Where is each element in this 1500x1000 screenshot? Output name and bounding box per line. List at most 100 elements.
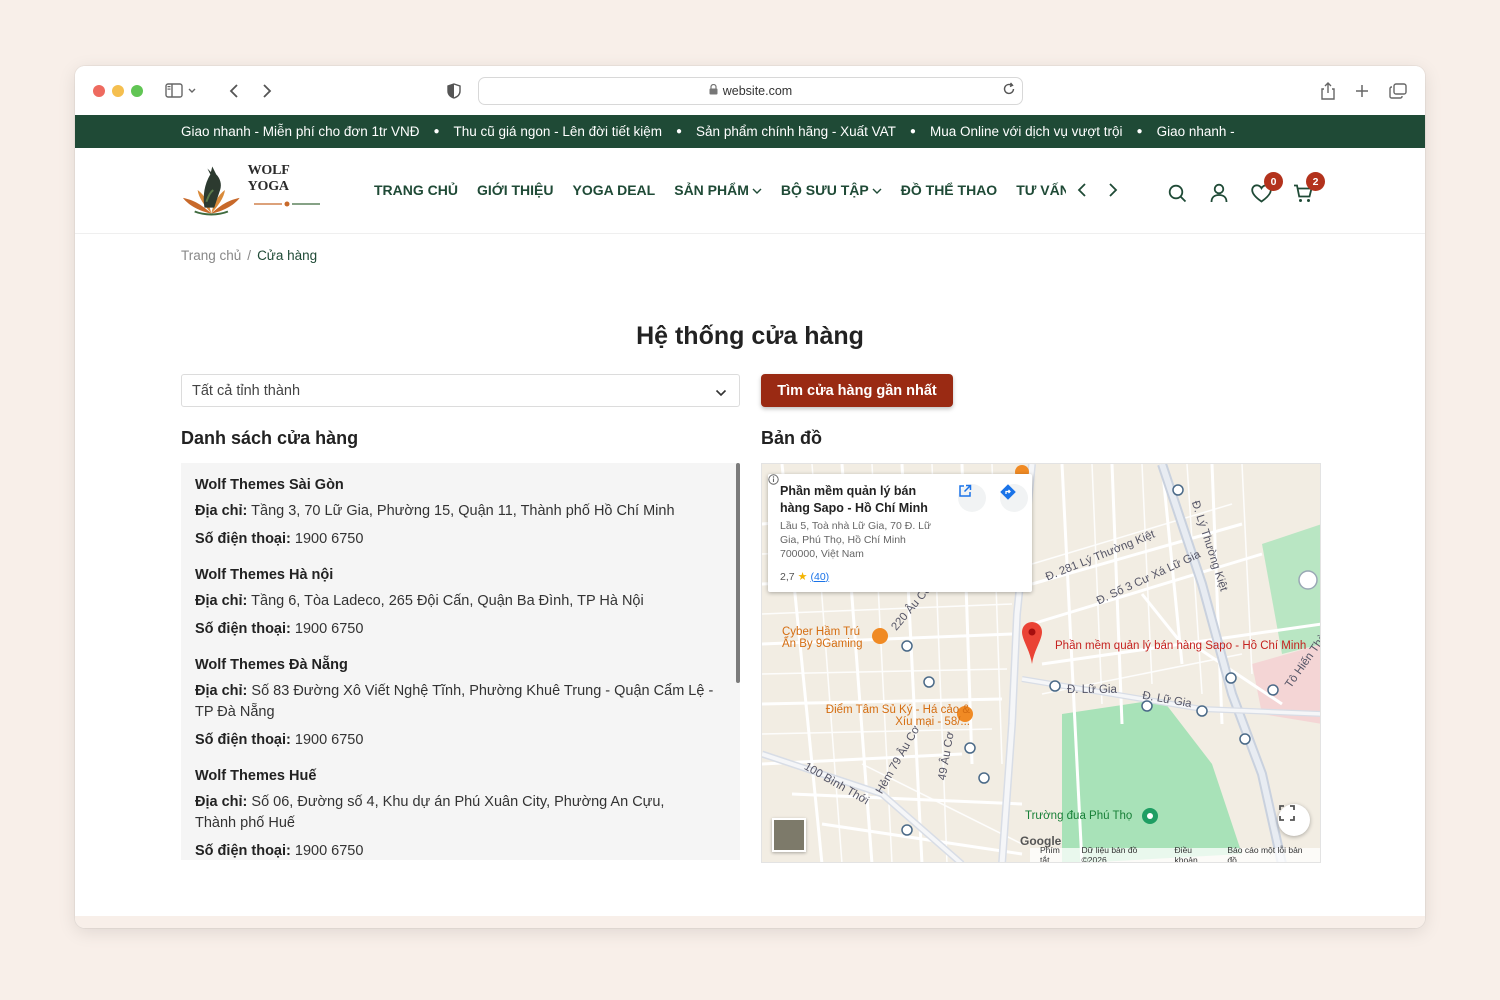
address-label: Địa chỉ: xyxy=(195,503,248,519)
store-list[interactable]: Wolf Themes Sài Gòn Địa chỉ: Tầng 3, 70 … xyxy=(181,463,740,860)
breadcrumb: Trang chủ / Cửa hàng xyxy=(181,248,317,263)
wishlist-count-badge: 0 xyxy=(1264,172,1283,191)
phone-value: 1900 6750 xyxy=(294,843,364,859)
logo-underline-ornament-icon xyxy=(253,201,320,207)
nav-item-sportswear[interactable]: ĐỒ THỂ THAO xyxy=(901,182,997,198)
map-title: Bản đồ xyxy=(761,428,822,448)
store-name: Wolf Themes Đà Nẵng xyxy=(195,657,348,673)
terms-link[interactable]: Điều khoản xyxy=(1175,845,1218,862)
store-address: Địa chỉ: Tầng 3, 70 Lữ Gia, Phường 15, Q… xyxy=(195,501,726,522)
store-item[interactable]: Wolf Themes Sài Gòn Địa chỉ: Tầng 3, 70 … xyxy=(181,463,740,550)
map-place-label: Cyber Hầm Trú Ẩn By 9Gaming xyxy=(782,626,863,650)
fullscreen-icon[interactable] xyxy=(1278,804,1310,836)
cart-count-badge: 2 xyxy=(1306,172,1325,191)
nav-label: YOGA DEAL xyxy=(572,182,656,198)
zoom-window-button[interactable] xyxy=(131,85,143,97)
store-item[interactable]: Wolf Themes Huế Địa chỉ: Số 06, Đường số… xyxy=(181,751,740,860)
rating-value: 2,7 xyxy=(780,570,795,583)
store-item[interactable]: Wolf Themes Đà Nẵng Địa chỉ: Số 83 Đường… xyxy=(181,640,740,751)
nav-item-advice[interactable]: TƯ VẤN xyxy=(1016,182,1066,198)
page-title: Hệ thống cửa hàng xyxy=(636,322,864,350)
url-text: website.com xyxy=(722,84,793,98)
chevron-down-icon xyxy=(872,182,882,198)
privacy-shield-icon[interactable] xyxy=(441,78,467,104)
nav-label: GIỚI THIỆU xyxy=(477,182,554,198)
address-label: Địa chỉ: xyxy=(195,794,248,810)
footer-strip xyxy=(75,916,1425,928)
place-card-title: Phần mềm quản lý bán hàng Sapo - Hồ Chí … xyxy=(780,484,928,515)
site-logo[interactable]: WOLF YOGA xyxy=(181,162,331,220)
forward-icon[interactable] xyxy=(254,78,280,104)
bullet-separator: ● xyxy=(1136,126,1143,137)
nav-item-collections[interactable]: BỘ SƯU TẬP xyxy=(781,182,882,198)
share-icon[interactable] xyxy=(1315,78,1341,104)
nav-item-yoga-deal[interactable]: YOGA DEAL xyxy=(573,182,656,198)
minimize-window-button[interactable] xyxy=(112,85,124,97)
close-window-button[interactable] xyxy=(93,85,105,97)
logo-text: WOLF YOGA xyxy=(247,163,290,194)
nav-item-products[interactable]: SẢN PHẨM xyxy=(674,182,762,198)
breadcrumb-home-link[interactable]: Trang chủ xyxy=(181,248,241,263)
report-map-error-link[interactable]: Báo cáo một lỗi bản đồ xyxy=(1227,845,1314,862)
province-select[interactable]: Tất cả tỉnh thành xyxy=(181,374,740,407)
map-attribution-bar: Phím tắt Dữ liệu bản đồ ©2026 Điều khoản… xyxy=(1030,845,1320,863)
directions-icon[interactable] xyxy=(1000,484,1028,512)
search-icon[interactable] xyxy=(1166,182,1188,204)
store-name: Wolf Themes Hà nội xyxy=(195,567,334,583)
chevron-down-icon xyxy=(715,385,727,401)
tab-overview-icon[interactable] xyxy=(1385,78,1411,104)
back-icon[interactable] xyxy=(221,78,247,104)
landmark-marker xyxy=(1298,570,1318,590)
address-value: Tầng 3, 70 Lữ Gia, Phường 15, Quận 11, T… xyxy=(251,503,675,519)
sidebar-toggle-icon[interactable] xyxy=(163,78,203,104)
place-card-address: Lầu 5, Toà nhà Lữ Gia, 70 Đ. Lữ Gia, Phú… xyxy=(780,520,932,560)
announcement-message: Giao nhanh - Miễn phí cho đơn 1tr VNĐ xyxy=(181,124,420,139)
nav-label: SẢN PHẨM xyxy=(674,182,749,198)
new-tab-icon[interactable] xyxy=(1349,78,1375,104)
breadcrumb-separator: / xyxy=(247,248,252,263)
nav-label: BỘ SƯU TẬP xyxy=(780,182,869,198)
place-card-rating: 2,7 ★ (40) xyxy=(768,474,1020,583)
nav-item-home[interactable]: TRANG CHỦ xyxy=(374,182,458,198)
store-phone: Số điện thoại: 1900 6750 xyxy=(195,730,716,751)
store-phone: Số điện thoại: 1900 6750 xyxy=(195,619,726,640)
phone-value: 1900 6750 xyxy=(294,621,364,637)
store-address: Địa chỉ: Số 83 Đường Xô Viết Nghệ Tĩnh, … xyxy=(195,681,716,723)
star-icon: ★ xyxy=(797,571,808,583)
site-header: WOLF YOGA TRANG CHỦ GIỚI THIỆU YOGA DEAL… xyxy=(75,148,1425,234)
nav-item-about[interactable]: GIỚI THIỆU xyxy=(477,182,554,198)
browser-toolbar: website.com xyxy=(75,66,1425,115)
nav-label: TƯ VẤN xyxy=(1016,182,1067,198)
cart-icon[interactable]: 2 xyxy=(1292,172,1325,204)
address-label: Địa chỉ: xyxy=(195,683,248,699)
store-phone: Số điện thoại: 1900 6750 xyxy=(195,841,700,860)
store-map[interactable]: Phần mềm quản lý bán hàng Sapo - Hồ Chí … xyxy=(761,463,1321,863)
map-data-attribution: Dữ liệu bản đồ ©2026 xyxy=(1081,845,1138,863)
nav-next-arrow-icon[interactable] xyxy=(1104,180,1122,200)
wolf-lotus-logo-icon xyxy=(182,166,240,216)
phone-label: Số điện thoại: xyxy=(195,621,291,637)
account-icon[interactable] xyxy=(1208,182,1230,204)
keyboard-shortcuts-link[interactable]: Phím tắt xyxy=(1040,845,1072,862)
wishlist-icon[interactable]: 0 xyxy=(1250,172,1283,204)
open-in-maps-icon[interactable] xyxy=(958,484,986,512)
chevron-down-icon xyxy=(752,182,762,198)
browser-window: website.com Giao nhanh - Miễn phí cho đơ… xyxy=(75,66,1425,928)
announcement-bar: Giao nhanh - Miễn phí cho đơn 1tr VNĐ ● … xyxy=(75,115,1425,148)
review-count-link[interactable]: (40) xyxy=(810,571,829,583)
announcement-message: Mua Online với dịch vụ vượt trội xyxy=(929,124,1123,139)
nav-prev-arrow-icon[interactable] xyxy=(1073,180,1091,200)
find-nearest-store-button[interactable]: Tìm cửa hàng gần nhất xyxy=(761,374,953,407)
store-name: Wolf Themes Huế xyxy=(195,768,317,784)
store-list-scrollbar[interactable] xyxy=(736,463,740,683)
map-place-card[interactable]: Phần mềm quản lý bán hàng Sapo - Hồ Chí … xyxy=(768,474,1032,592)
address-bar[interactable]: website.com xyxy=(478,77,1023,105)
satellite-layer-toggle[interactable] xyxy=(772,818,806,852)
reload-icon[interactable] xyxy=(1002,82,1016,99)
map-place-label: Điểm Tâm Sủ Ký - Há cảo & Xíu mại - 58/.… xyxy=(825,704,970,728)
main-nav: TRANG CHỦ GIỚI THIỆU YOGA DEAL SẢN PHẨM … xyxy=(374,182,1085,198)
bullet-separator: ● xyxy=(433,126,440,137)
store-address: Địa chỉ: Tầng 6, Tòa Ladeco, 265 Đội Cấn… xyxy=(195,591,726,612)
store-item[interactable]: Wolf Themes Hà nội Địa chỉ: Tầng 6, Tòa … xyxy=(181,550,740,640)
phone-label: Số điện thoại: xyxy=(195,531,291,547)
